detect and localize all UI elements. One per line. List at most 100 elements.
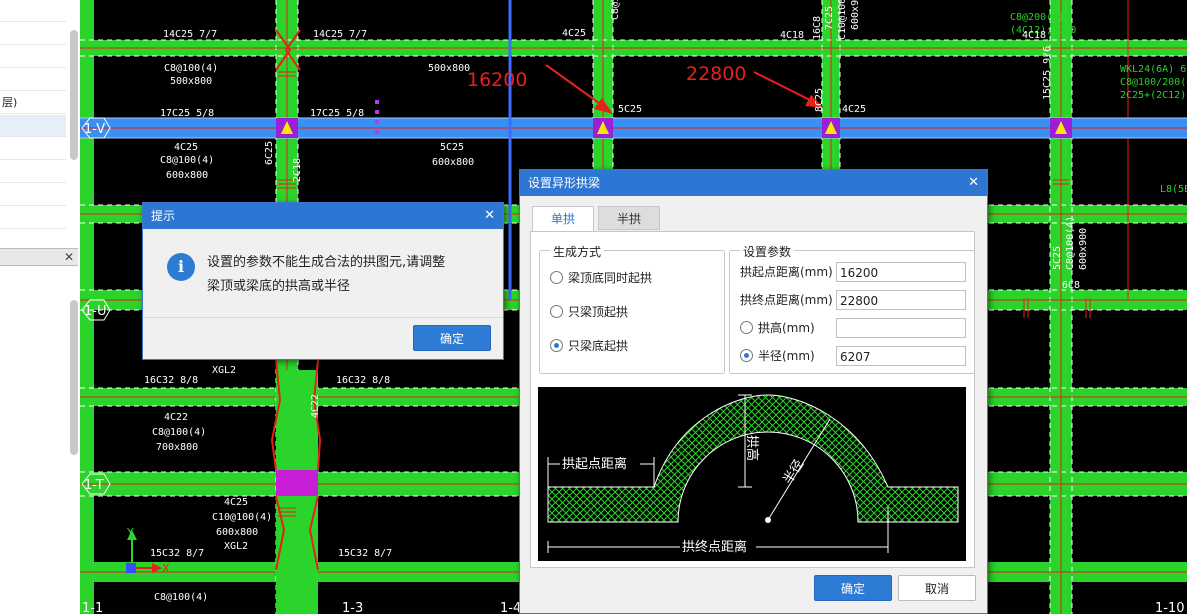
radio-top-arch[interactable]: 只梁顶起拱 (550, 303, 628, 321)
arch-diagram: 拱终点距离 拱起点距离 拱高 半径 (538, 387, 966, 561)
svg-text:17C25 5/8: 17C25 5/8 (310, 108, 364, 119)
svg-text:C8@100(4): C8@100(4) (152, 427, 206, 438)
arch-height-caption: 拱高 (744, 435, 760, 461)
radio-button[interactable] (550, 339, 563, 352)
close-icon[interactable]: ✕ (968, 170, 979, 196)
svg-text:XGL2: XGL2 (224, 541, 248, 552)
scrollbar[interactable] (70, 30, 78, 160)
svg-text:4C18: 4C18 (780, 30, 804, 41)
svg-text:6C25: 6C25 (264, 141, 275, 165)
svg-text:600x800: 600x800 (432, 157, 474, 168)
svg-text:5C25: 5C25 (618, 104, 642, 115)
svg-text:C8@100: C8@100 (610, 0, 621, 20)
list-item[interactable] (0, 23, 66, 45)
svg-text:14C25 7/7: 14C25 7/7 (163, 29, 217, 40)
svg-text:C8@100(4): C8@100(4) (154, 592, 208, 603)
svg-text:500x800: 500x800 (428, 63, 470, 74)
start-distance-input[interactable]: 16200 (836, 262, 966, 282)
list-item[interactable] (0, 46, 66, 68)
tab-area: 单拱 半拱 生成方式 梁顶底同时起拱 只梁顶起拱 只梁底起拱 设置参数 拱起点距… (530, 196, 975, 568)
marker-16200: 16200 (467, 69, 527, 91)
arch-beam-dialog: 设置异形拱梁 ✕ 单拱 半拱 生成方式 梁顶底同时起拱 只梁顶起拱 只梁底起拱 … (519, 169, 988, 614)
divider (143, 317, 503, 318)
svg-text:15C25 9/6: 15C25 9/6 (1042, 46, 1053, 100)
axis-label-10: 1-10 (1155, 601, 1185, 614)
close-icon[interactable]: ✕ (484, 203, 495, 229)
svg-text:WKL24(6A) 600: WKL24(6A) 600 (1120, 64, 1187, 75)
axis-label-3: 1-3 (342, 601, 363, 614)
svg-text:17C25 5/8: 17C25 5/8 (160, 108, 214, 119)
selected-beam[interactable] (80, 117, 1187, 139)
svg-text:16C32 8/8: 16C32 8/8 (336, 375, 390, 386)
svg-text:C10@100(4): C10@100(4) (837, 0, 848, 40)
arch-height-option[interactable]: 拱高(mm) (740, 317, 815, 339)
svg-text:6C8: 6C8 (1062, 280, 1080, 291)
end-distance-input[interactable]: 22800 (836, 290, 966, 310)
svg-text:600x800: 600x800 (166, 170, 208, 181)
radio-bottom-arch[interactable]: 只梁底起拱 (550, 337, 628, 355)
tab-panel: 生成方式 梁顶底同时起拱 只梁顶起拱 只梁底起拱 设置参数 拱起点距离(mm) … (530, 231, 975, 568)
list-item[interactable] (0, 0, 66, 22)
svg-text:8C25: 8C25 (814, 88, 825, 112)
radio-button[interactable] (550, 305, 563, 318)
svg-text:600x900: 600x900 (850, 0, 861, 30)
svg-text:2C18: 2C18 (292, 158, 303, 182)
radio-button[interactable] (740, 349, 753, 362)
tab-single-arch[interactable]: 单拱 (532, 206, 594, 232)
tab-half-arch[interactable]: 半拱 (598, 206, 660, 230)
hint-message-line: 设置的参数不能生成合法的拱图元,请调整 (207, 255, 446, 270)
radio-label: 只梁顶起拱 (568, 305, 629, 319)
radio-button[interactable] (550, 271, 563, 284)
radio-button[interactable] (740, 321, 753, 334)
list-item-label: 层) (2, 96, 18, 109)
arch-height-label: 拱高(mm) (758, 321, 815, 335)
hint-message: 设置的参数不能生成合法的拱图元,请调整 梁顶或梁底的拱高或半径 (207, 251, 445, 299)
list-item[interactable] (0, 69, 66, 91)
svg-text:X: X (162, 562, 170, 575)
svg-text:500x800: 500x800 (170, 76, 212, 87)
end-distance-label: 拱终点距离(mm) (740, 293, 833, 307)
radius-input[interactable]: 6207 (836, 346, 966, 366)
svg-text:C10@100(4): C10@100(4) (212, 512, 272, 523)
arch-dialog-title: 设置异形拱梁 (528, 176, 601, 190)
list-item[interactable]: 层) (0, 92, 66, 114)
list-item[interactable] (0, 138, 66, 160)
svg-text:1-T: 1-T (84, 478, 104, 493)
left-panel: 层) ✕ (0, 0, 81, 614)
hint-dialog: 提示 ✕ i 设置的参数不能生成合法的拱图元,请调整 梁顶或梁底的拱高或半径 确… (142, 202, 504, 360)
axis-label-1: 1-1 (82, 601, 103, 614)
arch-height-input[interactable] (836, 318, 966, 338)
svg-text:XGL2: XGL2 (212, 365, 236, 376)
scrollbar[interactable] (70, 300, 78, 455)
svg-text:4C22: 4C22 (310, 394, 321, 418)
list-item[interactable] (0, 184, 66, 206)
radius-option[interactable]: 半径(mm) (740, 345, 815, 367)
list-item[interactable] (0, 115, 66, 137)
ok-button[interactable]: 确定 (413, 325, 491, 351)
list-item[interactable] (0, 161, 66, 183)
cancel-button[interactable]: 取消 (898, 575, 976, 601)
svg-text:600x900: 600x900 (1078, 228, 1089, 270)
svg-text:Y: Y (126, 526, 134, 539)
svg-text:600x800: 600x800 (216, 527, 258, 538)
svg-text:5C25: 5C25 (1052, 246, 1063, 270)
marker-22800: 22800 (686, 63, 746, 85)
svg-text:4C22: 4C22 (164, 412, 188, 423)
svg-text:15C32 8/7: 15C32 8/7 (150, 548, 204, 559)
params-group: 设置参数 拱起点距离(mm) 16200 拱终点距离(mm) 22800 拱高(… (729, 243, 975, 374)
svg-text:C8@100(4): C8@100(4) (160, 155, 214, 166)
list-item[interactable] (0, 207, 66, 229)
svg-text:1-V: 1-V (84, 122, 105, 137)
svg-text:700x800: 700x800 (156, 442, 198, 453)
hint-message-line: 梁顶或梁底的拱高或半径 (207, 279, 351, 294)
confirm-button[interactable]: 确定 (814, 575, 892, 601)
svg-text:C8@100(4): C8@100(4) (1065, 216, 1076, 270)
start-distance-caption: 拱起点距离 (562, 456, 627, 472)
svg-text:C8@100/200(4: C8@100/200(4 (1120, 77, 1187, 88)
end-distance-caption: 拱终点距离 (682, 539, 747, 555)
close-icon[interactable]: ✕ (64, 249, 74, 265)
svg-text:C8@200(4): C8@200(4) (1010, 12, 1064, 23)
svg-text:4C25: 4C25 (224, 497, 248, 508)
radio-both-arch[interactable]: 梁顶底同时起拱 (550, 269, 652, 287)
svg-text:15C32 8/7: 15C32 8/7 (338, 548, 392, 559)
